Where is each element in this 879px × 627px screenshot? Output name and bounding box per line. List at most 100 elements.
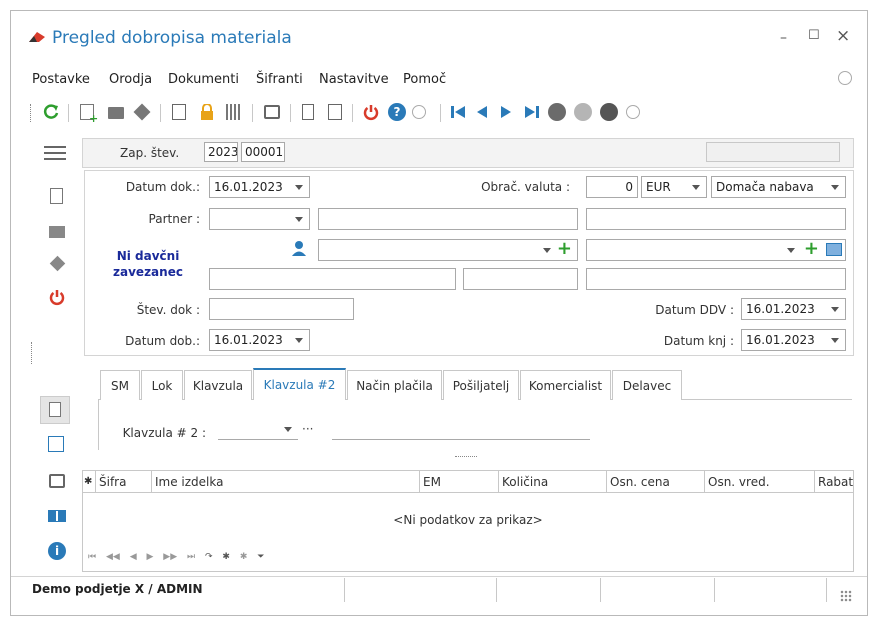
copy-icon[interactable] <box>302 104 314 120</box>
menu-dokumenti[interactable]: Dokumenti <box>168 72 239 87</box>
valuta-code-select[interactable]: EUR <box>641 176 707 198</box>
collapse-ribbon-icon[interactable] <box>838 71 852 85</box>
status-field <box>706 142 840 162</box>
nav-next-icon[interactable]: ▶ <box>147 552 154 562</box>
post-field[interactable] <box>463 268 578 290</box>
nav-refresh-icon[interactable]: ↷ <box>205 552 213 562</box>
add-contact-extra-button[interactable]: + <box>804 240 819 259</box>
contact-person-icon[interactable] <box>292 240 306 256</box>
nav-append-icon[interactable]: ✱ <box>222 552 230 562</box>
email-icon[interactable] <box>826 243 842 256</box>
nav-prev-icon[interactable]: ◀ <box>130 552 137 562</box>
grid-row-indicator[interactable]: ✱ <box>83 471 96 493</box>
arrow-circle-icon[interactable] <box>412 105 426 119</box>
column-header-em[interactable]: EM <box>420 471 499 493</box>
print-icon[interactable] <box>264 105 280 119</box>
nav-prev-page-icon[interactable]: ◀◀ <box>106 552 120 562</box>
klavzula2-text-field[interactable] <box>332 420 590 440</box>
tab-lok[interactable]: Lok <box>141 370 183 400</box>
partner-extra-field[interactable] <box>586 208 846 230</box>
power-icon[interactable] <box>48 288 66 306</box>
previous-record-icon[interactable] <box>476 105 488 119</box>
resize-grip-icon[interactable] <box>840 590 852 602</box>
open-folder-icon[interactable] <box>108 107 124 119</box>
nav-filter-icon[interactable]: ⏷ <box>257 552 264 562</box>
menu-postavke[interactable]: Postavke <box>32 72 90 87</box>
print-icon[interactable] <box>49 474 65 488</box>
tab-klavzula-2[interactable]: Klavzula #2 <box>253 368 346 400</box>
document-number-field[interactable]: 00001 <box>241 142 285 162</box>
grid-search-icon[interactable] <box>48 436 64 452</box>
add-contact-button[interactable]: + <box>557 240 572 259</box>
first-record-icon[interactable] <box>450 105 466 119</box>
eject-icon[interactable] <box>548 103 566 121</box>
maximize-button[interactable]: ☐ <box>808 28 820 43</box>
menu-orodja[interactable]: Orodja <box>109 72 152 87</box>
tab-posiljatelj[interactable]: Pošiljatelj <box>443 370 519 400</box>
klavzula2-ellipsis-button[interactable]: ··· <box>302 422 313 436</box>
datum-dok-label: Datum dok.: <box>125 180 200 194</box>
tab-nacin-placila[interactable]: Način plačila <box>347 370 442 400</box>
column-header-kolicina[interactable]: Količina <box>499 471 607 493</box>
add-row-button[interactable] <box>40 396 70 424</box>
confirm-icon[interactable] <box>574 103 592 121</box>
menu-pomoc[interactable]: Pomoč <box>403 72 446 87</box>
info-icon[interactable]: i <box>48 542 66 560</box>
partner-code-field[interactable] <box>209 208 310 230</box>
tab-komercialist[interactable]: Komercialist <box>520 370 611 400</box>
nabava-select[interactable]: Domača nabava <box>711 176 846 198</box>
nav-insert-icon[interactable]: ✱ <box>240 552 248 562</box>
calculator-icon[interactable] <box>172 104 186 120</box>
partner-label: Partner : <box>148 212 200 226</box>
new-document-icon[interactable] <box>50 188 63 204</box>
klavzula2-label: Klavzula # 2 : <box>122 426 206 440</box>
paste-icon[interactable] <box>328 104 342 120</box>
tab-klavzula[interactable]: Klavzula <box>184 370 252 400</box>
partner-name-field[interactable] <box>318 208 578 230</box>
datum-dok-field[interactable]: 16.01.2023 <box>209 176 310 198</box>
open-folder-icon[interactable] <box>49 226 65 238</box>
next-record-icon[interactable] <box>500 105 512 119</box>
tab-delavec[interactable]: Delavec <box>612 370 682 400</box>
help-icon[interactable]: ? <box>388 103 406 121</box>
barcode-icon[interactable] <box>226 104 242 120</box>
zap-stev-label: Zap. štev. <box>120 146 180 160</box>
hamburger-menu-icon[interactable] <box>44 146 66 160</box>
eraser-icon[interactable] <box>133 103 151 121</box>
refresh-icon[interactable] <box>42 103 60 121</box>
columns-view-icon[interactable] <box>48 510 66 522</box>
address-field[interactable] <box>209 268 456 290</box>
column-header-rabat[interactable]: Rabat <box>815 471 853 493</box>
splitter-grip[interactable] <box>31 342 33 364</box>
nav-next-page-icon[interactable]: ▶▶ <box>163 552 177 562</box>
new-document-icon[interactable]: + <box>80 104 98 124</box>
menu-nastavitve[interactable]: Nastavitve <box>319 72 389 87</box>
year-field[interactable]: 2023 <box>204 142 238 162</box>
nav-first-icon[interactable]: ⏮ <box>88 552 96 562</box>
close-button[interactable]: × <box>836 26 850 46</box>
stev-dok-field[interactable] <box>209 298 354 320</box>
power-icon[interactable] <box>362 103 380 121</box>
column-header-osn-vred[interactable]: Osn. vred. <box>705 471 815 493</box>
column-header-ime-izdelka[interactable]: Ime izdelka <box>152 471 420 493</box>
nav-last-icon[interactable]: ⏭ <box>187 552 195 562</box>
contact-extra-field[interactable]: + <box>586 239 846 261</box>
minimize-button[interactable]: – <box>780 30 787 46</box>
valuta-amount-field[interactable]: 0 <box>586 176 638 198</box>
panel-splitter[interactable] <box>455 456 477 458</box>
eraser-icon[interactable] <box>49 255 66 272</box>
klavzula2-select[interactable] <box>218 420 298 440</box>
datum-knj-field[interactable]: 16.01.2023 <box>741 329 846 351</box>
arrow-circle-icon[interactable] <box>626 105 640 119</box>
datum-dob-field[interactable]: 16.01.2023 <box>209 329 310 351</box>
last-record-icon[interactable] <box>524 105 540 119</box>
cancel-icon[interactable] <box>600 103 618 121</box>
country-field[interactable] <box>586 268 846 290</box>
datum-ddv-field[interactable]: 16.01.2023 <box>741 298 846 320</box>
tab-sm[interactable]: SM <box>100 370 140 400</box>
column-header-sifra[interactable]: Šifra <box>96 471 152 493</box>
lock-icon[interactable] <box>200 103 214 120</box>
menu-sifranti[interactable]: Šifranti <box>256 72 303 87</box>
column-header-osn-cena[interactable]: Osn. cena <box>607 471 705 493</box>
contact-field[interactable]: + <box>318 239 578 261</box>
